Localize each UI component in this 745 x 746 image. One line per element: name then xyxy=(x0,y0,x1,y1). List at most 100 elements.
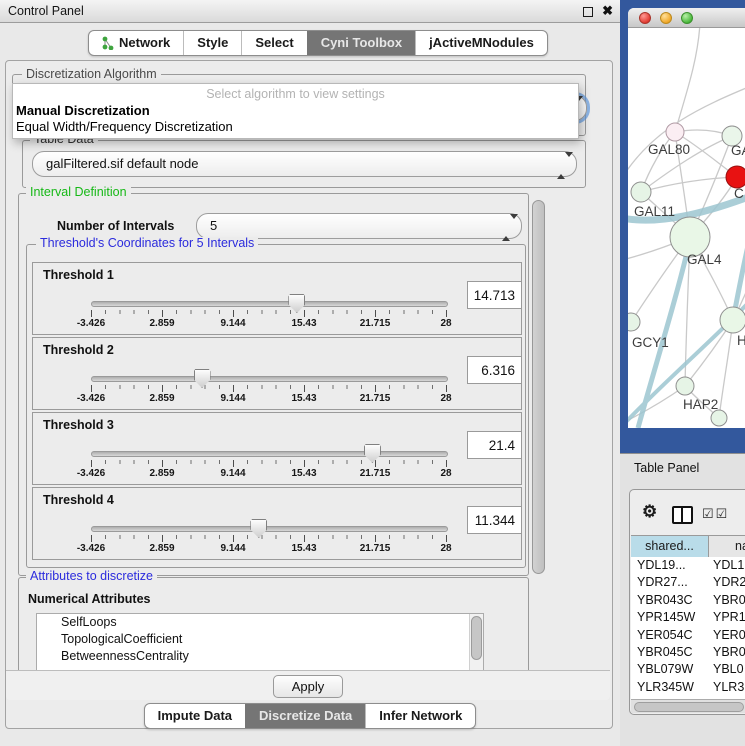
slider-tick-label: 15.43 xyxy=(291,468,316,479)
column-header-name[interactable]: na xyxy=(709,536,745,558)
slider-tick-label: 28 xyxy=(440,318,451,329)
panel-title: Control Panel xyxy=(8,0,84,22)
threshold-slider-3[interactable]: -3.4262.8599.14415.4321.71528 xyxy=(91,441,447,481)
threshold-panel-3: Threshold 3-3.4262.8599.14415.4321.71528… xyxy=(32,412,522,485)
table-row[interactable]: YDL19...YDL1 xyxy=(631,557,745,574)
bottom-tab-label: Impute Data xyxy=(158,704,232,728)
slider-track[interactable] xyxy=(91,376,448,382)
table-row[interactable]: YER054CYER0 xyxy=(631,627,745,644)
threshold-value-field[interactable]: 14.713 xyxy=(467,281,522,309)
slider-tick-label: 2.859 xyxy=(149,393,174,404)
settings-scrollbar-thumb[interactable] xyxy=(532,200,545,574)
network-canvas[interactable]: GAL80GACGAL11GAL4GCY1HHAP2 xyxy=(628,28,745,428)
column-header-shared-name[interactable]: shared... xyxy=(631,536,709,558)
slider-tick-label: 9.144 xyxy=(220,468,245,479)
slider-minor-ticks xyxy=(91,535,447,539)
slider-tick-label: -3.426 xyxy=(77,543,105,554)
slider-major-tick xyxy=(233,310,234,317)
spinner-stepper-icon[interactable] xyxy=(502,219,511,233)
slider-track[interactable] xyxy=(91,451,448,457)
tab-select[interactable]: Select xyxy=(241,31,306,55)
gear-icon[interactable]: ⚙ xyxy=(642,502,657,522)
slider-tick-label: 28 xyxy=(440,543,451,554)
list-scrollbar-thumb[interactable] xyxy=(471,616,482,660)
table-row[interactable]: YDR27...YDR2 xyxy=(631,574,745,591)
network-node-6[interactable] xyxy=(720,307,745,333)
slider-tick-label: 9.144 xyxy=(220,393,245,404)
close-icon[interactable]: ✖ xyxy=(602,3,613,19)
bottom-tab-infer-network[interactable]: Infer Network xyxy=(365,704,475,728)
float-window-button[interactable] xyxy=(583,7,593,17)
threshold-slider-2[interactable]: -3.4262.8599.14415.4321.71528 xyxy=(91,366,447,406)
slider-tick-label: 2.859 xyxy=(149,543,174,554)
settings-scrollbar[interactable] xyxy=(530,192,546,670)
threshold-coordinates-title: Threshold's Coordinates for 5 Intervals xyxy=(36,237,258,250)
threshold-value-field[interactable]: 21.4 xyxy=(467,431,522,459)
combo-stepper-icon[interactable] xyxy=(557,157,566,171)
slider-tick-label: 21.715 xyxy=(360,318,391,329)
table-row[interactable]: YBL079WYBL0 xyxy=(631,661,745,678)
network-node-3[interactable] xyxy=(631,182,651,202)
threshold-slider-1[interactable]: -3.4262.8599.14415.4321.71528 xyxy=(91,291,447,331)
bottom-tab-label: Infer Network xyxy=(379,704,462,728)
close-traffic-light-icon[interactable] xyxy=(639,12,651,24)
cell-shared-name: YDR27... xyxy=(631,574,709,591)
tab-label: Network xyxy=(119,31,170,55)
network-node-7[interactable] xyxy=(676,377,694,395)
slider-tick-label: 2.859 xyxy=(149,318,174,329)
slider-major-tick xyxy=(91,385,92,392)
network-node-2[interactable] xyxy=(726,166,745,188)
slider-major-tick xyxy=(162,310,163,317)
threshold-slider-4[interactable]: -3.4262.8599.14415.4321.71528 xyxy=(91,516,447,556)
threshold-value-field[interactable]: 11.344 xyxy=(467,506,522,534)
node-label-h: H xyxy=(737,333,745,348)
table-hscrollbar-thumb[interactable] xyxy=(634,702,744,712)
network-node-4[interactable] xyxy=(670,217,710,257)
tab-network[interactable]: Network xyxy=(89,31,183,55)
tab-cyni-toolbox[interactable]: Cyni Toolbox xyxy=(307,31,415,55)
threshold-value-field[interactable]: 6.316 xyxy=(467,356,522,384)
attribute-item-selfloops[interactable]: SelfLoops xyxy=(37,614,483,631)
table-horizontal-scrollbar[interactable] xyxy=(631,699,745,713)
slider-track[interactable] xyxy=(91,526,448,532)
list-scrollbar[interactable] xyxy=(469,614,483,672)
slider-major-tick xyxy=(446,460,447,467)
zoom-traffic-light-icon[interactable] xyxy=(681,12,693,24)
slider-major-tick xyxy=(162,535,163,542)
network-node-8[interactable] xyxy=(711,410,727,426)
attribute-item-betweennesscentrality[interactable]: BetweennessCentrality xyxy=(37,648,483,665)
popup-option-equal-width-frequency[interactable]: Equal Width/Frequency Discretization xyxy=(16,119,233,134)
apply-button[interactable]: Apply xyxy=(273,675,343,698)
slider-track[interactable] xyxy=(91,301,448,307)
attribute-item-topologicalcoefficient[interactable]: TopologicalCoefficient xyxy=(37,631,483,648)
slider-major-tick xyxy=(375,310,376,317)
table-row[interactable]: YBR045CYBR0 xyxy=(631,644,745,661)
bottom-tab-discretize-data[interactable]: Discretize Data xyxy=(245,704,365,728)
node-label-gcy1: GCY1 xyxy=(632,335,669,350)
bottom-tab-impute-data[interactable]: Impute Data xyxy=(145,704,245,728)
select-columns-icon[interactable]: ☑☑ xyxy=(702,506,729,522)
network-node-0[interactable] xyxy=(666,123,684,141)
node-label-ga: GA xyxy=(731,143,745,158)
tab-style[interactable]: Style xyxy=(183,31,241,55)
table-row[interactable]: YLR345WYLR3 xyxy=(631,679,745,696)
slider-major-tick xyxy=(304,310,305,317)
table-panel-section: Table Panel ⚙ ☑☑ shared... na YDL19...YD… xyxy=(620,453,745,746)
table-row[interactable]: YPR145WYPR1 xyxy=(631,609,745,626)
split-view-icon[interactable] xyxy=(672,506,693,524)
cell-shared-name: YER054C xyxy=(631,627,709,644)
cell-name: YBR0 xyxy=(709,592,745,609)
tab-label: Cyni Toolbox xyxy=(321,31,402,55)
minimize-traffic-light-icon[interactable] xyxy=(660,12,672,24)
discretization-algorithm-title: Discretization Algorithm xyxy=(22,68,161,81)
table-row[interactable]: YBR043CYBR0 xyxy=(631,592,745,609)
threshold-panel-4: Threshold 4-3.4262.8599.14415.4321.71528… xyxy=(32,487,522,560)
network-node-5[interactable] xyxy=(628,313,640,331)
slider-tick-label: 15.43 xyxy=(291,318,316,329)
table-data-combobox[interactable]: galFiltered.sif default node xyxy=(32,151,577,177)
slider-tick-label: 28 xyxy=(440,468,451,479)
tab-jactivemnodules[interactable]: jActiveMNodules xyxy=(415,31,547,55)
popup-option-manual-discretization[interactable]: Manual Discretization xyxy=(16,103,150,118)
network-tab-icon xyxy=(102,36,114,50)
slider-minor-ticks xyxy=(91,310,447,314)
